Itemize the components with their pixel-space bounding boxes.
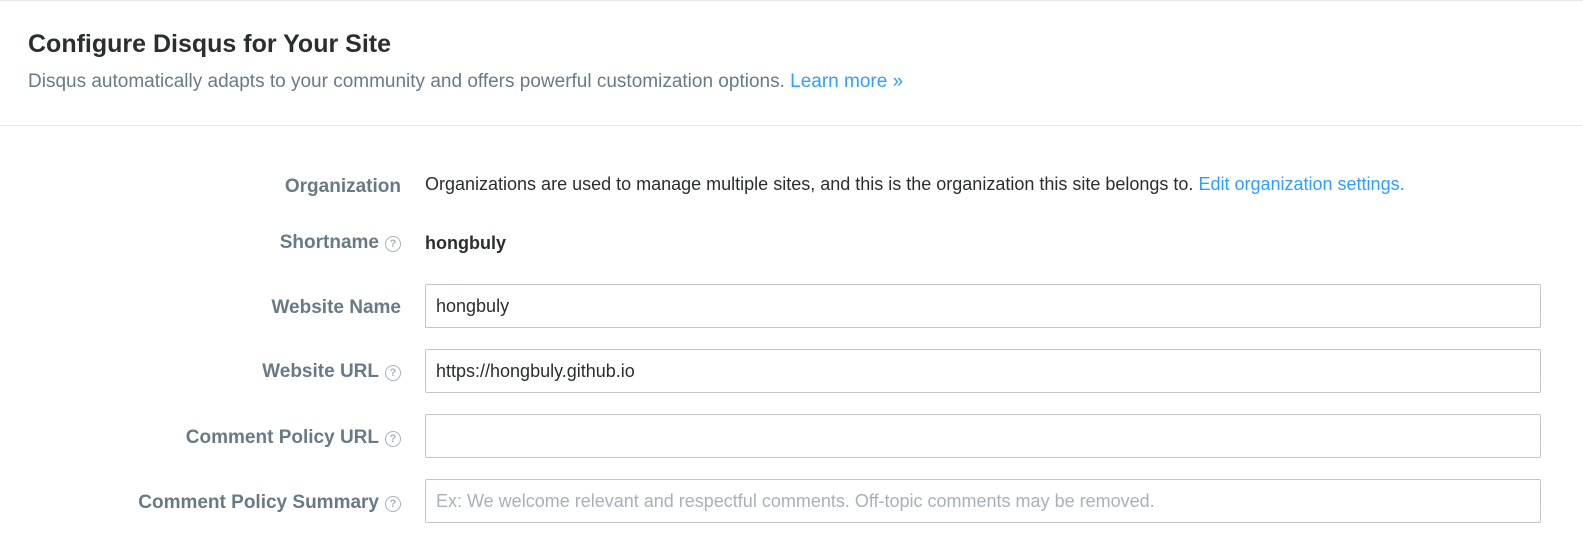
page-header: Configure Disqus for Your Site Disqus au…	[0, 1, 1583, 126]
comment-policy-summary-label: Comment Policy Summary?	[138, 491, 401, 515]
comment-policy-summary-input[interactable]	[425, 479, 1541, 523]
organization-description-text: Organizations are used to manage multipl…	[425, 174, 1194, 194]
page-subtitle: Disqus automatically adapts to your comm…	[28, 70, 903, 94]
comment-policy-url-label: Comment Policy URL?	[186, 426, 401, 450]
website-name-input[interactable]	[425, 284, 1541, 328]
website-url-label: Website URL?	[262, 360, 401, 384]
organization-label: Organization	[284, 176, 401, 197]
page-title: Configure Disqus for Your Site	[28, 30, 391, 58]
question-circle-icon[interactable]: ?	[385, 365, 401, 381]
question-circle-icon[interactable]: ?	[385, 236, 401, 252]
question-circle-icon[interactable]: ?	[385, 496, 401, 512]
shortname-value: hongbuly	[425, 233, 506, 253]
comment-policy-url-input[interactable]	[425, 414, 1541, 458]
settings-page: Configure Disqus for Your Site Disqus au…	[0, 0, 1583, 536]
organization-description: Organizations are used to manage multipl…	[425, 172, 1405, 196]
subtitle-text: Disqus automatically adapts to your comm…	[28, 71, 785, 92]
edit-organization-settings-link[interactable]: Edit organization settings.	[1198, 174, 1404, 194]
shortname-label: Shortname?	[280, 231, 401, 255]
question-circle-icon[interactable]: ?	[385, 431, 401, 447]
website-url-input[interactable]	[425, 349, 1541, 393]
learn-more-link[interactable]: Learn more »	[790, 71, 903, 92]
website-name-label: Website Name	[271, 297, 401, 318]
